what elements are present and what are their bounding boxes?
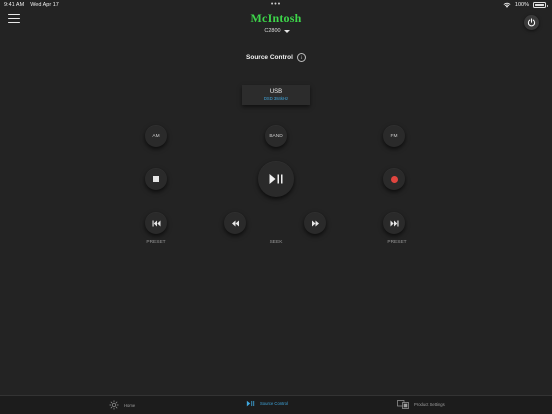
power-button[interactable]: [524, 15, 539, 30]
current-source-card[interactable]: USB DSD 384kHz: [242, 85, 310, 105]
rewind-icon: [231, 220, 239, 226]
am-button[interactable]: AM: [145, 125, 167, 147]
power-icon: [527, 18, 536, 27]
source-control-heading: Source Control i: [0, 53, 552, 62]
skip-next-icon: [390, 220, 398, 226]
fast-forward-icon: [311, 220, 319, 226]
tab-product-settings-label: Product Settings: [414, 402, 445, 407]
brand-logo: McIntosh: [250, 11, 302, 25]
tab-home[interactable]: Home: [109, 400, 135, 410]
tab-source-control[interactable]: Source Control: [246, 400, 288, 407]
preset-previous-button[interactable]: [145, 212, 167, 234]
fm-label: FM: [390, 133, 398, 139]
skip-previous-icon: [152, 220, 160, 226]
multitask-dots[interactable]: •••: [0, 1, 552, 8]
battery-icon: [533, 2, 548, 8]
play-pause-button[interactable]: [258, 161, 294, 197]
band-label: BAND: [269, 133, 283, 139]
tab-source-control-label: Source Control: [260, 401, 288, 406]
battery-percent: 100%: [514, 2, 529, 8]
bottom-tab-bar: Home Source Control Product Settings: [0, 395, 552, 414]
am-label: AM: [152, 133, 160, 139]
record-icon: [390, 175, 398, 183]
model-selector[interactable]: C2800: [260, 28, 294, 34]
tab-product-settings[interactable]: Product Settings: [397, 400, 445, 409]
rewind-button[interactable]: [224, 212, 246, 234]
record-button[interactable]: [383, 168, 405, 190]
preset-next-button[interactable]: [383, 212, 405, 234]
fast-forward-button[interactable]: [304, 212, 326, 234]
seek-label: SEEK: [269, 240, 283, 245]
status-bar-right: 100%: [503, 2, 548, 8]
devices-icon: [397, 400, 409, 409]
band-button[interactable]: BAND: [265, 125, 287, 147]
stop-icon: [153, 176, 159, 182]
source-format: DSD 384kHz: [263, 96, 289, 101]
stop-button[interactable]: [145, 168, 167, 190]
tab-home-label: Home: [124, 402, 136, 408]
preset-label-right: PRESET: [387, 240, 407, 245]
sun-icon: [109, 400, 119, 410]
play-pause-icon: [246, 400, 255, 407]
fm-button[interactable]: FM: [383, 125, 405, 147]
model-name: C2800: [264, 28, 281, 34]
preset-label-left: PRESET: [146, 240, 166, 245]
source-name: USB: [269, 89, 283, 95]
wifi-icon: [503, 2, 511, 8]
page-title: Source Control: [246, 54, 293, 61]
chevron-down-icon: [283, 29, 290, 33]
play-pause-icon: [269, 174, 283, 184]
info-icon[interactable]: i: [296, 53, 306, 62]
